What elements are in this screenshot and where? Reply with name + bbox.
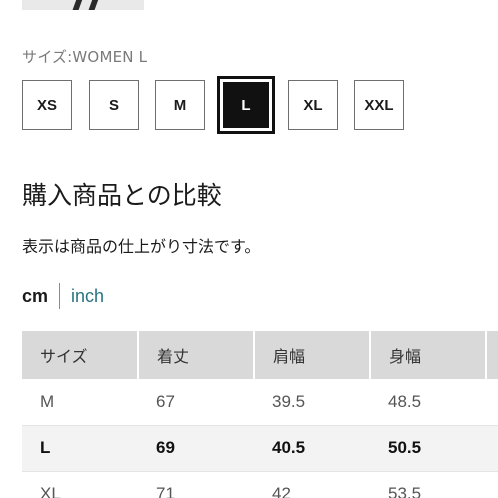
comparison-heading: 購入商品との比較 <box>22 181 222 210</box>
unit-cm-option[interactable]: cm <box>22 286 48 307</box>
column-header-shoulder: 肩幅 <box>254 331 371 379</box>
column-header-overflow <box>486 331 498 379</box>
column-header-length: 着丈 <box>138 331 255 379</box>
size-chip-s[interactable]: S <box>89 80 139 130</box>
table-row: M 67 39.5 48.5 <box>22 379 498 425</box>
table-cell: XL <box>40 484 61 498</box>
table-cell-overflow <box>486 471 498 498</box>
column-header-size: サイズ <box>22 331 139 379</box>
table-cell: 40.5 <box>272 438 306 457</box>
unit-inch-link[interactable]: inch <box>71 286 104 307</box>
table-cell-overflow <box>486 379 498 425</box>
table-cell: 67 <box>156 391 175 411</box>
unit-divider <box>59 283 61 309</box>
size-chip-xs[interactable]: XS <box>22 80 72 130</box>
size-chip-xxl[interactable]: XXL <box>354 80 404 130</box>
table-row-highlighted: L 69 40.5 50.5 <box>22 425 498 471</box>
table-cell: 48.5 <box>388 391 422 411</box>
table-cell: M <box>40 391 55 411</box>
table-cell: 39.5 <box>272 391 306 411</box>
product-image-thumbnail[interactable] <box>22 0 144 10</box>
column-header-width: 身幅 <box>370 331 487 379</box>
size-chip-l-selected[interactable]: L <box>217 76 275 134</box>
table-cell: 50.5 <box>388 438 422 457</box>
table-cell: 71 <box>156 484 175 498</box>
unit-toggle: cm inch <box>22 283 104 309</box>
size-selection-label: サイズ:WOMEN L <box>22 48 148 66</box>
size-comparison-table: サイズ 着丈 肩幅 身幅 M 67 39.5 48.5 L 69 40.5 50… <box>22 331 498 498</box>
comparison-note: 表示は商品の仕上がり寸法です。 <box>22 237 261 256</box>
table-row: XL 71 42 53.5 <box>22 471 498 498</box>
size-chip-m[interactable]: M <box>155 80 205 130</box>
table-cell: 53.5 <box>388 484 422 498</box>
table-cell: 69 <box>156 438 175 457</box>
table-header-row: サイズ 着丈 肩幅 身幅 <box>22 331 498 379</box>
table-cell: L <box>40 438 51 457</box>
table-cell-overflow <box>486 425 498 471</box>
size-chip-xl[interactable]: XL <box>288 80 338 130</box>
table-cell: 42 <box>272 484 291 498</box>
